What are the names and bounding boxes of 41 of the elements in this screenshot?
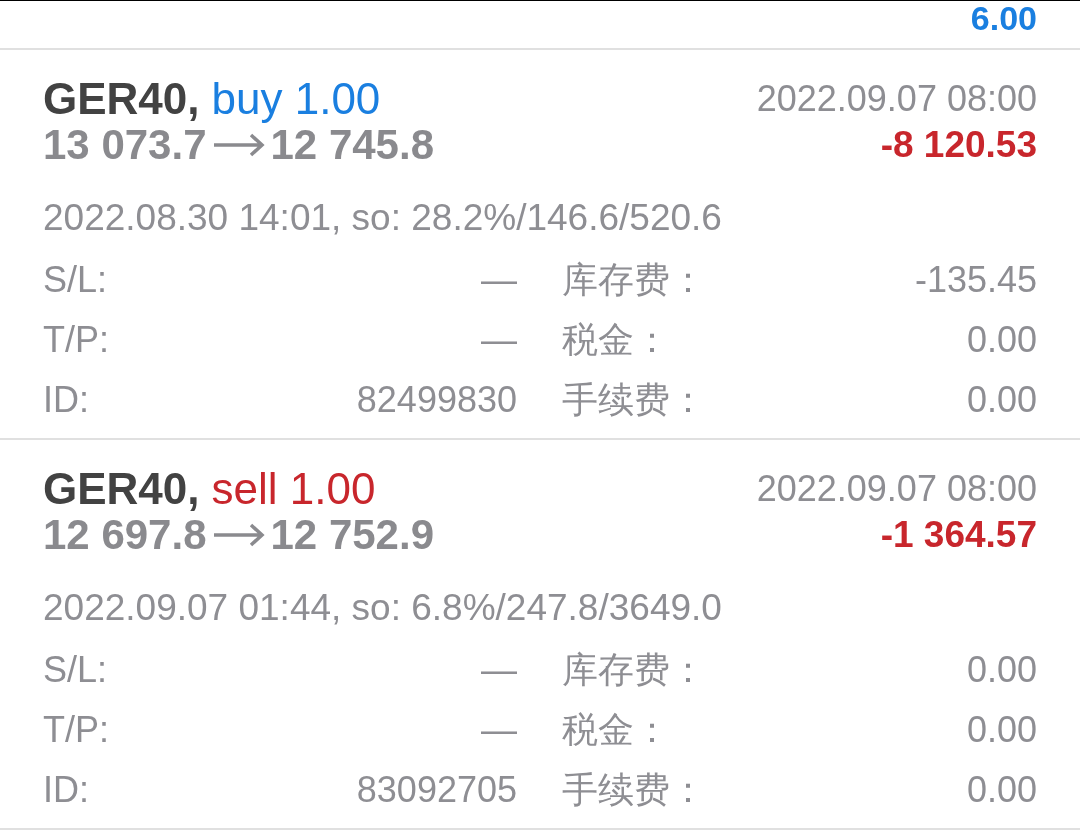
field-value: — <box>481 258 517 302</box>
close-price: 12 745.8 <box>270 122 434 168</box>
field-label: 税金： <box>562 318 670 362</box>
close-time: 2022.09.07 08:00 <box>756 77 1037 121</box>
field-value: 0.00 <box>966 648 1037 692</box>
field-value: 0.00 <box>966 708 1037 752</box>
field-label: S/L: <box>43 258 108 302</box>
field-label: ID: <box>43 768 89 812</box>
open-details: 2022.08.30 14:01, so: 28.2%/146.6/520.6 <box>43 198 722 238</box>
open-price: 12 697.8 <box>43 512 207 558</box>
open-details: 2022.09.07 01:44, so: 6.8%/247.8/3649.0 <box>43 588 722 628</box>
close-price: 12 752.9 <box>270 512 434 558</box>
field-value: 0.00 <box>966 768 1037 812</box>
profit-amount: 6.00 <box>970 1 1037 35</box>
field-value: 83092705 <box>356 768 517 812</box>
field-value: 82499830 <box>356 378 517 422</box>
order-type: buy 1.00 <box>211 76 381 122</box>
field-label: S/L: <box>43 648 108 692</box>
field-label: 税金： <box>562 708 670 752</box>
field-label: ID: <box>43 378 89 422</box>
field-value: 0.00 <box>966 378 1037 422</box>
right-arrow-icon <box>212 523 265 547</box>
field-label: 手续费： <box>562 378 706 422</box>
field-label: 手续费： <box>562 768 706 812</box>
symbol-label: GER40, <box>43 466 200 512</box>
field-value: -135.45 <box>914 258 1037 302</box>
profit-amount: -1 364.57 <box>880 513 1037 557</box>
field-label: 库存费： <box>562 258 706 302</box>
profit-amount: -8 120.53 <box>880 123 1037 167</box>
field-label: 库存费： <box>562 648 706 692</box>
field-value: — <box>481 648 517 692</box>
field-value: 0.00 <box>966 318 1037 362</box>
symbol-label: GER40, <box>43 76 200 122</box>
field-label: T/P: <box>43 708 109 752</box>
order-type: sell 1.00 <box>211 466 376 512</box>
close-time: 2022.09.07 08:00 <box>756 467 1037 511</box>
right-arrow-icon <box>212 133 265 157</box>
field-label: T/P: <box>43 318 109 362</box>
field-value: — <box>481 708 517 752</box>
field-value: — <box>481 318 517 362</box>
open-price: 13 073.7 <box>43 122 207 168</box>
